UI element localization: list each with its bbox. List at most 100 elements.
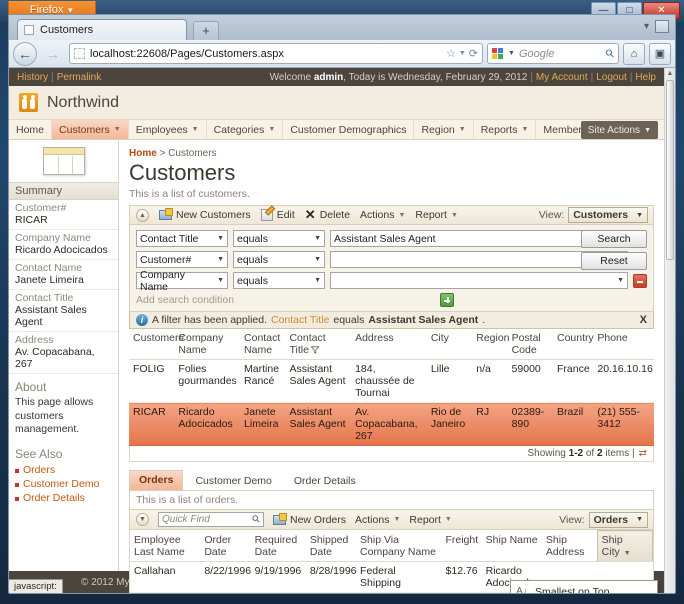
orders-report-menu-button[interactable]: Report ▼ <box>409 514 451 526</box>
column-header-ship-city[interactable]: Ship City ▼ <box>596 530 654 563</box>
history-link[interactable]: History <box>17 72 48 83</box>
search-icon[interactable]: ⚲ <box>603 46 617 61</box>
menu-item-customers[interactable]: Customers ▼ <box>52 120 129 139</box>
sidebar-link-order-details[interactable]: Order Details <box>9 491 118 505</box>
menu-item-reports[interactable]: Reports ▼ <box>474 120 537 139</box>
help-link[interactable]: Help <box>635 72 656 83</box>
scrollbar-thumb[interactable] <box>666 80 674 260</box>
edit-button[interactable]: Edit <box>260 209 295 222</box>
reload-icon[interactable]: ⟳ <box>469 47 478 60</box>
column-header-address[interactable]: Address <box>351 329 427 361</box>
chevron-down-icon[interactable]: ▼ <box>624 550 631 557</box>
close-icon[interactable]: X <box>640 314 647 326</box>
remove-condition-button-3[interactable] <box>633 273 647 288</box>
tab-order-details[interactable]: Order Details <box>284 471 366 490</box>
scroll-up-icon[interactable]: ▲ <box>665 68 675 79</box>
condition-operator-dropdown-1[interactable]: equals ▼ <box>233 230 325 248</box>
back-button[interactable]: ← <box>13 41 37 66</box>
menu-item-home[interactable]: Home <box>9 120 53 139</box>
logout-link[interactable]: Logout <box>596 72 627 83</box>
column-header-contact-title[interactable]: Contact Title <box>285 329 352 361</box>
collapse-toggle-icon[interactable]: ▼ <box>136 513 149 527</box>
home-button[interactable]: ⌂ <box>623 42 645 65</box>
column-header-city[interactable]: City <box>426 329 473 361</box>
forward-button[interactable]: → <box>41 42 65 66</box>
column-header-ship-address[interactable]: Ship Address <box>541 530 598 563</box>
menu-item-categories[interactable]: Categories ▼ <box>207 120 284 139</box>
sidebar-link-customer-demo[interactable]: Customer Demo <box>9 477 118 491</box>
column-header-required-date[interactable]: Required Date <box>250 530 306 563</box>
search-icon[interactable]: ⚲ <box>250 513 263 526</box>
new-tab-button[interactable]: + <box>193 21 219 40</box>
collapse-toggle-icon[interactable]: ▲ <box>136 208 149 222</box>
column-header-order-date[interactable]: Order Date <box>200 530 251 563</box>
edit-label: Edit <box>276 209 295 222</box>
column-header-employee-last-name[interactable]: Employee Last Name <box>130 530 201 563</box>
view-dropdown[interactable]: Orders ▼ <box>588 511 648 528</box>
url-bar[interactable]: localhost:22608/Pages/Customers.aspx ☆ ▼… <box>69 43 483 64</box>
chevron-down-icon[interactable]: ▼ <box>508 50 515 57</box>
search-bar[interactable]: ▼ Google ⚲ <box>487 43 619 64</box>
condition-operator-dropdown-2[interactable]: equals ▼ <box>233 251 325 269</box>
cell-customer-number[interactable]: RICAR <box>129 402 175 447</box>
browser-tab-customers[interactable]: Customers <box>17 19 187 40</box>
condition-value-input-3[interactable]: ▼ <box>330 272 628 290</box>
sidebar-link-orders[interactable]: Orders <box>9 463 118 477</box>
condition-field-dropdown-1[interactable]: Contact Title ▼ <box>136 230 228 248</box>
site-actions-button[interactable]: Site Actions ▼ <box>580 121 658 139</box>
breadcrumb-home[interactable]: Home <box>129 148 157 159</box>
tab-orders[interactable]: Orders <box>129 470 184 491</box>
view-dropdown[interactable]: Customers ▼ <box>568 207 648 224</box>
condition-operator-dropdown-3[interactable]: equals ▼ <box>233 272 325 290</box>
search-input[interactable]: Google <box>519 48 602 60</box>
search-button[interactable]: Search <box>581 230 647 249</box>
orders-actions-menu-button[interactable]: Actions ▼ <box>355 514 400 526</box>
report-menu-button[interactable]: Report ▼ <box>415 209 457 221</box>
column-header-postal-code[interactable]: Postal Code <box>507 329 553 361</box>
add-condition-button[interactable] <box>440 293 455 308</box>
add-search-condition-label[interactable]: Add search condition <box>136 294 234 306</box>
tab-customer-demo[interactable]: Customer Demo <box>185 471 281 490</box>
delete-button[interactable]: ✕ Delete <box>305 208 350 221</box>
column-header-ship-name[interactable]: Ship Name <box>481 530 542 563</box>
actions-menu-button[interactable]: Actions ▼ <box>360 209 405 221</box>
my-account-link[interactable]: My Account <box>536 72 588 83</box>
cell-employee-last-name[interactable]: Callahan <box>130 561 201 593</box>
menu-item-employees[interactable]: Employees ▼ <box>129 120 207 139</box>
column-header-ship-via-company-name[interactable]: Ship Via Company Name <box>356 530 442 563</box>
new-customers-button[interactable]: New Customers <box>159 208 251 221</box>
table-row[interactable]: FOLIG Folies gourmandes Martine Rancé As… <box>129 359 654 404</box>
column-header-label: Contact Title <box>289 332 326 357</box>
condition-field-dropdown-2[interactable]: Customer# ▼ <box>136 251 228 269</box>
column-header-shipped-date[interactable]: Shipped Date <box>305 530 357 563</box>
refresh-icon[interactable]: ⇄ <box>639 448 647 459</box>
permalink-link[interactable]: Permalink <box>57 72 101 83</box>
condition-field-dropdown-3[interactable]: Company Name ▼ <box>136 269 228 293</box>
cell-customer-number[interactable]: FOLIG <box>129 359 175 404</box>
menu-item-customer-demographics[interactable]: Customer Demographics <box>283 120 415 139</box>
tab-favicon-icon <box>24 25 34 35</box>
column-header-country[interactable]: Country <box>552 329 594 361</box>
bookmark-star-icon[interactable]: ☆ <box>446 47 456 60</box>
column-header-customer-number[interactable]: Customer# <box>129 329 184 361</box>
column-header-phone[interactable]: Phone <box>593 329 654 361</box>
column-header-contact-name[interactable]: Contact Name <box>240 329 286 361</box>
chevron-down-icon[interactable]: ▼ <box>459 50 466 57</box>
column-header-region[interactable]: Region <box>472 329 510 361</box>
page-scrollbar[interactable]: ▲ <box>664 68 675 593</box>
bookmarks-button[interactable]: ▣ <box>649 42 671 65</box>
list-all-tabs-icon[interactable]: ▾ <box>644 21 649 32</box>
menu-item-region[interactable]: Region ▼ <box>414 120 474 139</box>
new-orders-button[interactable]: New Orders <box>273 512 346 526</box>
cell-postal-code: 02389-890 <box>507 402 553 447</box>
main-menu-bar: Home Customers ▼ Employees ▼ Categories ▼ C… <box>9 120 664 140</box>
filter-notice-field[interactable]: Contact Title <box>271 314 329 326</box>
column-header-freight[interactable]: Freight <box>441 530 482 563</box>
reset-button[interactable]: Reset <box>581 252 647 271</box>
page-description: This is a list of customers. <box>129 188 250 201</box>
menu-item-smallest-on-top[interactable]: A↓ Smallest on Top <box>511 582 657 594</box>
quick-find-input[interactable]: Quick Find ⚲ <box>158 512 264 528</box>
column-header-company-name[interactable]: Company Name <box>174 329 241 361</box>
apps-grid-icon[interactable] <box>655 20 669 33</box>
table-row[interactable]: RICAR Ricardo Adocicados Janete Limeira … <box>129 402 654 447</box>
